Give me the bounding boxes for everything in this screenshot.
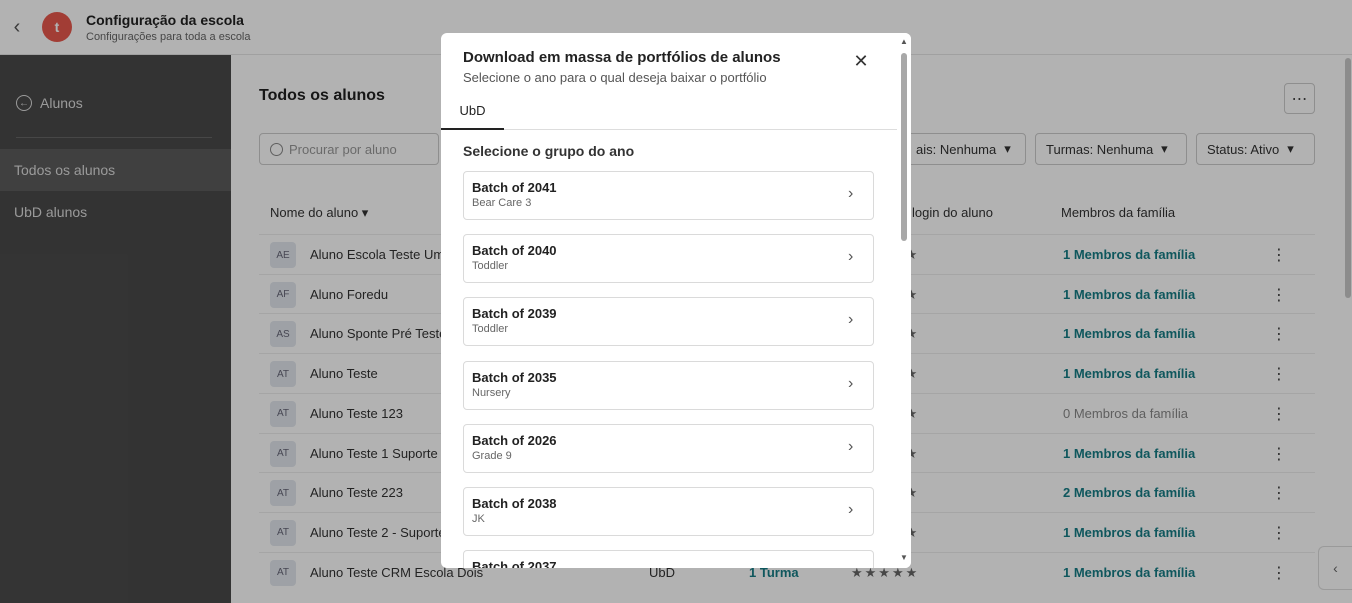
- modal-title: Download em massa de portfólios de aluno…: [463, 49, 781, 66]
- tab-ubd[interactable]: UbD: [441, 93, 504, 130]
- chevron-right-icon: ›: [848, 185, 854, 202]
- batch-grade: Grade 9: [472, 449, 512, 462]
- scroll-down-icon[interactable]: ▼: [900, 553, 908, 562]
- batch-title: Batch of 2037: [472, 559, 557, 568]
- section-title: Selecione o grupo do ano: [463, 143, 635, 159]
- batch-card[interactable]: Batch of 2037 ›: [463, 550, 874, 568]
- batch-card[interactable]: Batch of 2041 Bear Care 3 ›: [463, 171, 874, 220]
- chevron-right-icon: ›: [848, 437, 854, 455]
- batch-title: Batch of 2026: [472, 432, 557, 448]
- batch-grade: Bear Care 3: [472, 197, 532, 209]
- batch-card[interactable]: Batch of 2039 Toddler ›: [463, 297, 874, 347]
- batch-title: Batch of 2038: [472, 496, 557, 511]
- batch-title: Batch of 2039: [472, 306, 557, 322]
- batch-card[interactable]: Batch of 2035 Nursery ›: [463, 360, 874, 410]
- close-icon[interactable]: ✕: [850, 50, 872, 72]
- batch-grade: Toddler: [472, 323, 509, 336]
- chevron-right-icon: ›: [848, 311, 854, 329]
- tab-bar-divider: [441, 129, 897, 130]
- batch-card[interactable]: Batch of 2026 Grade 9 ›: [463, 423, 874, 473]
- chevron-right-icon: ›: [848, 501, 854, 518]
- batch-grade: Toddler: [472, 260, 509, 273]
- batch-grade: JK: [472, 513, 485, 525]
- batch-card[interactable]: Batch of 2040 Toddler ›: [463, 234, 874, 284]
- batch-grade: Nursery: [472, 386, 511, 399]
- batch-card[interactable]: Batch of 2038 JK ›: [463, 487, 874, 536]
- chevron-right-icon: ›: [848, 248, 854, 266]
- modal-subtitle: Selecione o ano para o qual deseja baixa…: [463, 70, 767, 85]
- batch-title: Batch of 2035: [472, 369, 557, 385]
- batch-title: Batch of 2040: [472, 243, 557, 259]
- batch-title: Batch of 2041: [472, 180, 557, 195]
- modal-scroll-thumb[interactable]: [901, 53, 907, 241]
- chevron-right-icon: ›: [848, 564, 853, 568]
- scroll-up-icon[interactable]: ▲: [900, 37, 908, 46]
- bulk-download-modal: Download em massa de portfólios de aluno…: [441, 33, 911, 568]
- chevron-right-icon: ›: [848, 374, 854, 392]
